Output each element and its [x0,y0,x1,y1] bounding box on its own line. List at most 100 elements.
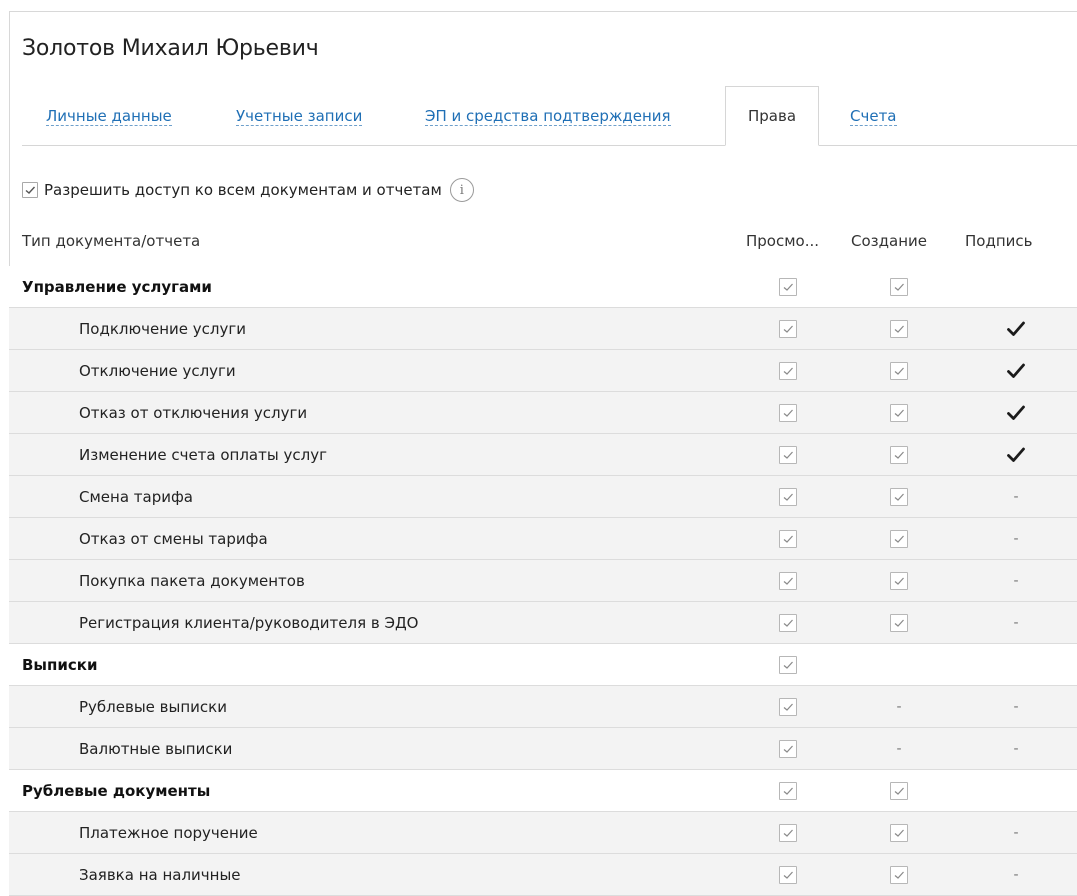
document-type-name: Валютные выписки [79,739,233,758]
sign-unavailable: - [1013,489,1019,505]
column-header-type[interactable]: Тип документа/отчета [22,232,200,250]
check-icon [894,493,904,501]
create-checkbox[interactable] [889,529,909,549]
view-checkbox[interactable] [778,865,798,885]
view-checkbox[interactable] [778,655,798,675]
check-icon [783,325,793,333]
create-checkbox[interactable] [889,445,909,465]
create-checkbox[interactable] [889,277,909,297]
check-icon [894,871,904,879]
view-checkbox[interactable] [778,277,798,297]
group-name: Выписки [22,655,98,674]
check-icon [783,367,793,375]
tab-bank-accounts[interactable]: Счета [850,107,897,126]
view-checkbox[interactable] [778,529,798,549]
checkbox[interactable] [779,698,797,716]
checkbox[interactable] [779,488,797,506]
checkbox[interactable] [890,614,908,632]
sign-unavailable: - [1013,573,1019,589]
create-checkbox[interactable] [889,613,909,633]
group-row: Рублевые документы [9,770,1077,812]
tab-rights[interactable]: Права [725,86,820,146]
checkbox[interactable] [890,488,908,506]
checkbox[interactable] [890,320,908,338]
document-type-name: Покупка пакета документов [79,571,305,590]
checkbox[interactable] [890,530,908,548]
checkbox[interactable] [779,782,797,800]
table-row: Изменение счета оплаты услуг [9,434,1077,476]
create-checkbox[interactable] [889,487,909,507]
check-icon [783,871,793,879]
checkbox[interactable] [779,404,797,422]
create-checkbox[interactable] [889,781,909,801]
checkbox[interactable] [779,866,797,884]
check-icon [783,283,793,291]
view-checkbox[interactable] [778,571,798,591]
document-type-name: Изменение счета оплаты услуг [79,445,327,464]
signature-checkmark-icon [1007,321,1025,336]
table-row: Заявка на наличные - [9,854,1077,896]
document-type-name: Смена тарифа [79,487,194,506]
checkbox[interactable] [779,530,797,548]
checkbox[interactable] [890,782,908,800]
check-icon [894,367,904,375]
view-checkbox[interactable] [778,403,798,423]
checkbox[interactable] [779,740,797,758]
checkbox[interactable] [779,320,797,338]
view-checkbox[interactable] [778,319,798,339]
allow-all-checkbox[interactable] [22,182,38,198]
info-icon[interactable]: i [449,178,474,202]
tab-accounts[interactable]: Учетные записи [236,107,363,126]
checkbox[interactable] [779,572,797,590]
checkbox[interactable] [890,866,908,884]
column-header-sign[interactable]: Подпись [965,232,1032,250]
checkbox[interactable] [779,362,797,380]
view-checkbox[interactable] [778,487,798,507]
checkbox[interactable] [779,824,797,842]
table-row: Рублевые выписки - - [9,686,1077,728]
allow-all-label: Разрешить доступ ко всем документам и от… [44,181,442,199]
checkbox[interactable] [779,446,797,464]
checkbox[interactable] [890,572,908,590]
checkbox[interactable] [890,362,908,380]
check-icon [894,451,904,459]
create-checkbox[interactable] [889,361,909,381]
sign-mark [1006,361,1026,381]
rights-table: Управление услугами Подключение услуги Отк… [9,266,1077,896]
column-header-create[interactable]: Создание [851,232,927,250]
view-checkbox[interactable] [778,613,798,633]
column-header-view[interactable]: Просмо... [746,232,819,250]
document-type-name: Отключение услуги [79,361,236,380]
table-row: Отключение услуги [9,350,1077,392]
view-checkbox[interactable] [778,823,798,843]
signature-checkmark-icon [1007,405,1025,420]
view-checkbox[interactable] [778,781,798,801]
checkbox[interactable] [779,614,797,632]
create-checkbox[interactable] [889,865,909,885]
document-type-name: Заявка на наличные [79,865,241,884]
table-row: Валютные выписки - - [9,728,1077,770]
tab-signature-means[interactable]: ЭП и средства подтверждения [425,107,671,126]
tab-bar: Личные данные Учетные записи ЭП и средст… [22,86,1077,146]
table-row: Смена тарифа - [9,476,1077,518]
checkbox[interactable] [890,278,908,296]
tab-personal-data[interactable]: Личные данные [46,107,172,126]
create-checkbox[interactable] [889,823,909,843]
check-icon [894,283,904,291]
checkbox[interactable] [890,824,908,842]
create-checkbox[interactable] [889,571,909,591]
create-checkbox[interactable] [889,403,909,423]
checkbox[interactable] [890,404,908,422]
create-checkbox[interactable] [889,319,909,339]
checkbox[interactable] [779,656,797,674]
check-icon [894,619,904,627]
view-checkbox[interactable] [778,697,798,717]
document-type-name: Подключение услуги [79,319,246,338]
view-checkbox[interactable] [778,361,798,381]
checkbox[interactable] [890,446,908,464]
view-checkbox[interactable] [778,739,798,759]
allow-all-row: Разрешить доступ ко всем документам и от… [22,176,474,204]
checkbox[interactable] [779,278,797,296]
group-name: Управление услугами [22,277,212,296]
view-checkbox[interactable] [778,445,798,465]
